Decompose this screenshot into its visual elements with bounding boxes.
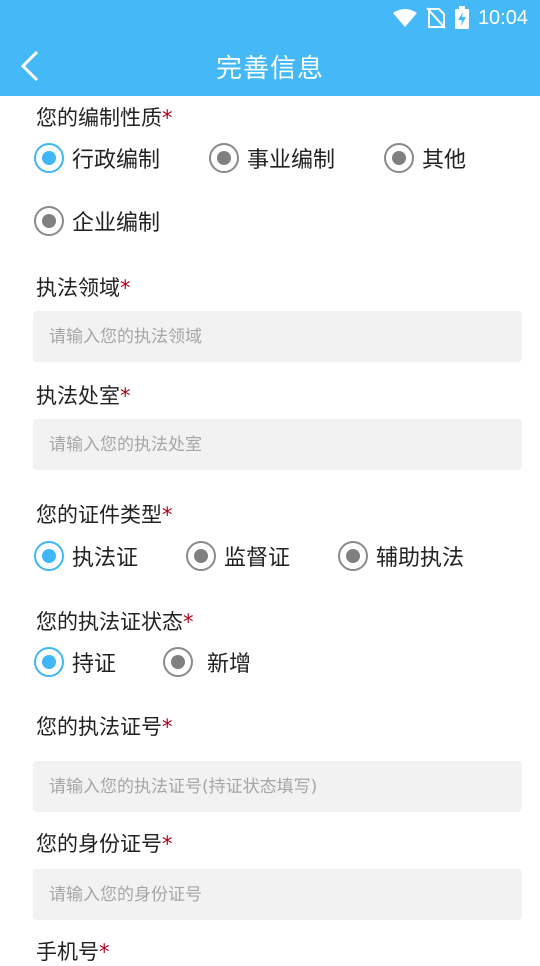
bianzhi-label: 您的编制性质* (36, 106, 173, 130)
zhifa-lingyu-input[interactable] (33, 311, 522, 362)
zhifazheng-hao-label: 您的执法证号* (36, 715, 173, 739)
radio-zhengjian-fuzhu[interactable]: 辅助执法 (338, 540, 464, 572)
radio-label: 企业编制 (72, 211, 161, 236)
radio-unselected-icon (186, 541, 216, 571)
radio-selected-icon (34, 541, 64, 571)
radio-selected-icon (34, 647, 64, 677)
wifi-icon (392, 8, 418, 28)
radio-bianzhi-xingzheng[interactable]: 行政编制 (34, 142, 160, 174)
radio-zhuangtai-chizheng[interactable]: 持证 (34, 646, 116, 678)
zhifa-lingyu-label: 执法领域* (36, 276, 131, 300)
radio-bianzhi-shiye[interactable]: 事业编制 (209, 142, 335, 174)
zhifazheng-zhuangtai-label: 您的执法证状态* (36, 610, 194, 634)
shouji-label: 手机号* (36, 940, 110, 964)
radio-label: 持证 (72, 652, 117, 677)
app-header: 10:04 完善信息 (0, 0, 540, 96)
page-title: 完善信息 (215, 53, 324, 84)
battery-charging-icon (454, 6, 470, 30)
radio-bianzhi-qita[interactable]: 其他 (384, 142, 466, 174)
radio-label: 其他 (422, 148, 467, 173)
radio-zhengjian-jianduzheng[interactable]: 监督证 (186, 540, 290, 572)
radio-zhengjian-zhifazheng[interactable]: 执法证 (34, 540, 138, 572)
radio-unselected-icon (209, 143, 239, 173)
radio-label: 行政编制 (72, 148, 161, 173)
shenfenzheng-input[interactable] (33, 869, 522, 920)
status-bar: 10:04 (0, 0, 540, 36)
nav-bar: 完善信息 (0, 36, 540, 96)
back-button[interactable] (10, 46, 50, 86)
radio-zhuangtai-xinzeng[interactable]: 新增 (163, 646, 251, 678)
radio-unselected-icon (34, 206, 64, 236)
radio-label: 新增 (207, 652, 252, 677)
radio-unselected-icon (384, 143, 414, 173)
shenfenzheng-label: 您的身份证号* (36, 832, 173, 856)
zhengjian-label: 您的证件类型* (36, 503, 173, 527)
radio-label: 执法证 (72, 546, 139, 571)
radio-label: 监督证 (224, 546, 291, 571)
zhifa-chushi-label: 执法处室* (36, 384, 131, 408)
radio-label: 事业编制 (247, 148, 336, 173)
radio-selected-icon (34, 143, 64, 173)
zhifa-chushi-input[interactable] (33, 419, 522, 470)
radio-unselected-icon (163, 647, 193, 677)
zhifazheng-hao-input[interactable] (33, 761, 522, 812)
radio-label: 辅助执法 (376, 546, 465, 571)
radio-unselected-icon (338, 541, 368, 571)
no-sim-icon (426, 7, 446, 29)
radio-bianzhi-qiye[interactable]: 企业编制 (34, 205, 160, 237)
status-time: 10:04 (477, 6, 528, 29)
chevron-left-icon (20, 50, 39, 82)
